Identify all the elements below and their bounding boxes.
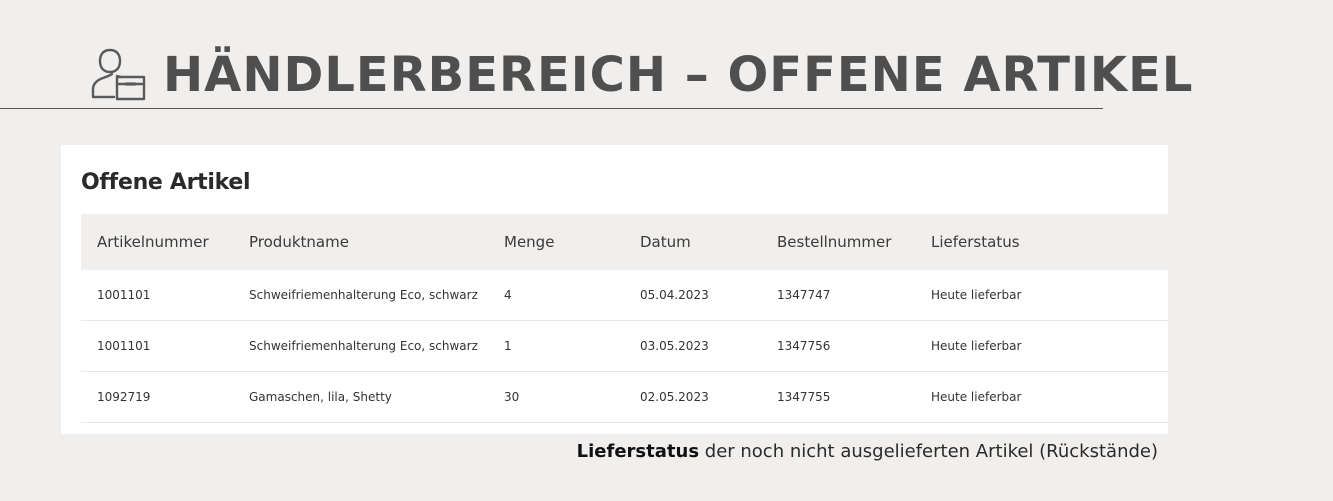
column-header-produktname[interactable]: Produktname (249, 233, 349, 251)
cell-bestellnummer: 1347755 (777, 390, 831, 404)
column-header-artikelnummer[interactable]: Artikelnummer (97, 233, 209, 251)
cell-bestellnummer: 1347756 (777, 339, 831, 353)
table-header-row: Artikelnummer Produktname Menge Datum Be… (81, 214, 1168, 270)
page-header: HÄNDLERBEREICH – OFFENE ARTIKEL (0, 40, 1192, 109)
table-row[interactable]: 1092719 Gamaschen, lila, Shetty 30 02.05… (81, 372, 1168, 423)
column-header-lieferstatus[interactable]: Lieferstatus (931, 233, 1020, 251)
table-row[interactable]: 1001101 Schweifriemenhalterung Eco, schw… (81, 270, 1168, 321)
cell-menge: 4 (504, 288, 512, 302)
cell-menge: 1 (504, 339, 512, 353)
cell-lieferstatus: Heute lieferbar (931, 339, 1022, 353)
open-items-panel: Offene Artikel Artikelnummer Produktname… (61, 145, 1168, 434)
cell-lieferstatus: Heute lieferbar (931, 390, 1022, 404)
cell-datum: 05.04.2023 (640, 288, 709, 302)
panel-title: Offene Artikel (81, 170, 251, 195)
cell-artikelnummer: 1001101 (97, 339, 151, 353)
open-items-table: Artikelnummer Produktname Menge Datum Be… (81, 214, 1168, 423)
column-header-datum[interactable]: Datum (640, 233, 691, 251)
cell-bestellnummer: 1347747 (777, 288, 831, 302)
cell-lieferstatus: Heute lieferbar (931, 288, 1022, 302)
dealer-person-box-icon (91, 48, 146, 101)
caption-bold-term: Lieferstatus (576, 441, 700, 462)
table-row[interactable]: 1001101 Schweifriemenhalterung Eco, schw… (81, 321, 1168, 372)
cell-produktname: Gamaschen, lila, Shetty (249, 390, 392, 404)
cell-artikelnummer: 1092719 (97, 390, 151, 404)
cell-artikelnummer: 1001101 (97, 288, 151, 302)
cell-datum: 03.05.2023 (640, 339, 709, 353)
figure-caption: Lieferstatus der noch nicht ausgeliefert… (577, 439, 1158, 465)
cell-produktname: Schweifriemenhalterung Eco, schwarz (249, 339, 478, 353)
cell-menge: 30 (504, 390, 520, 404)
column-header-menge[interactable]: Menge (504, 233, 554, 251)
caption-text: der noch nicht ausgelieferten Artikel (R… (699, 441, 1158, 462)
page-title: HÄNDLERBEREICH – OFFENE ARTIKEL (163, 47, 1194, 103)
cell-produktname: Schweifriemenhalterung Eco, schwarz (249, 288, 478, 302)
cell-datum: 02.05.2023 (640, 390, 709, 404)
column-header-bestellnummer[interactable]: Bestellnummer (777, 233, 891, 251)
